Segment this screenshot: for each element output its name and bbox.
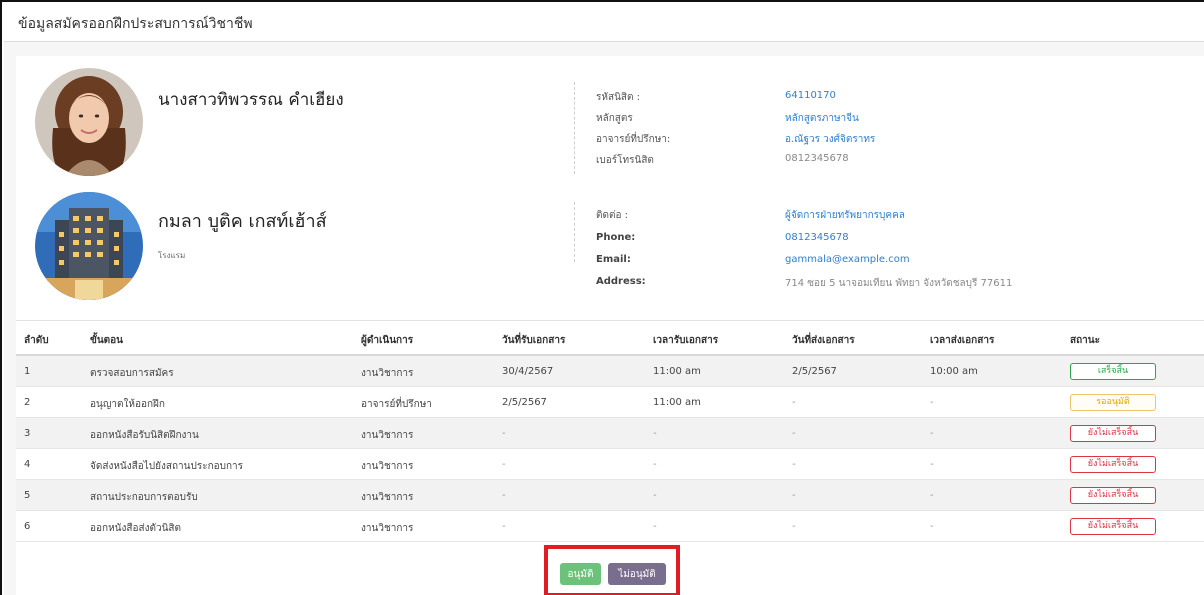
company-type: โรงแรม: [158, 251, 186, 260]
row-send-date: -: [792, 428, 796, 439]
address-value: 714 ซอย 5 นาจอมเทียน พัทยา จังหวัดชลบุรี…: [785, 278, 1013, 289]
student-name: นางสาวทิพวรรณ คำเฮียง: [158, 90, 344, 110]
row-actor: งานวิชาการ: [361, 430, 414, 441]
header-send-date: วันที่ส่งเอกสาร: [792, 335, 855, 346]
row-receive-time: -: [653, 521, 657, 532]
status-badge: ยังไม่เสร็จสิ้น: [1070, 518, 1156, 535]
row-no: 3: [24, 428, 31, 439]
row-actor: งานวิชาการ: [361, 492, 414, 503]
row-actor: งานวิชาการ: [361, 523, 414, 534]
student-avatar: [35, 68, 143, 176]
row-step: ออกหนังสือส่งตัวนิสิต: [90, 523, 182, 534]
row-no: 2: [24, 397, 31, 408]
company-avatar: [35, 192, 143, 300]
row-no: 4: [24, 459, 31, 470]
divider: [574, 82, 575, 174]
hotel-building-photo-icon: [35, 192, 143, 300]
row-receive-date: -: [502, 428, 506, 439]
contact-label: ติดต่อ :: [596, 210, 629, 221]
row-send-time: -: [930, 397, 934, 408]
phone-value: 0812345678: [785, 232, 849, 243]
row-receive-time: 11:00 am: [653, 397, 701, 408]
row-receive-date: -: [502, 459, 506, 470]
status-badge: ยังไม่เสร็จสิ้น: [1070, 425, 1156, 442]
row-no: 5: [24, 490, 31, 501]
address-label: Address:: [596, 276, 646, 287]
row-step: จัดส่งหนังสือไปยังสถานประกอบการ: [90, 461, 244, 472]
process-table: ลำดับ ขั้นตอน ผู้ดำเนินการ วันที่รับเอกส…: [16, 320, 1204, 542]
application-card: นางสาวทิพวรรณ คำเฮียง รหัสนิสิต : 641101…: [16, 56, 1204, 595]
status-badge: รออนุมัติ: [1070, 394, 1156, 411]
content-area: นางสาวทิพวรรณ คำเฮียง รหัสนิสิต : 641101…: [4, 42, 1204, 595]
row-receive-time: -: [653, 490, 657, 501]
advisor-label: อาจารย์ที่ปรึกษา:: [596, 134, 671, 145]
table-row: 6 ออกหนังสือส่งตัวนิสิต งานวิชาการ - - -…: [16, 511, 1204, 542]
student-photo-icon: [35, 68, 143, 176]
email-link[interactable]: gammala@example.com: [785, 254, 910, 265]
row-send-date: -: [792, 397, 796, 408]
status-badge: ยังไม่เสร็จสิ้น: [1070, 487, 1156, 504]
row-step: ตรวจสอบการสมัคร: [90, 368, 174, 379]
status-badge: ยังไม่เสร็จสิ้น: [1070, 456, 1156, 473]
row-receive-time: 11:00 am: [653, 366, 701, 377]
row-receive-date: -: [502, 521, 506, 532]
header-receive-date: วันที่รับเอกสาร: [502, 335, 566, 346]
action-buttons-highlight: อนุมัติ ไม่อนุมัติ: [544, 545, 680, 595]
student-phone-value: 0812345678: [785, 153, 849, 164]
approve-button[interactable]: อนุมัติ: [560, 563, 601, 585]
row-send-date: 2/5/2567: [792, 366, 837, 377]
header-step: ขั้นตอน: [90, 335, 124, 346]
header-status: สถานะ: [1070, 335, 1100, 346]
contact-value: ผู้จัดการฝ่ายทรัพยากรบุคคล: [785, 210, 905, 221]
header-actor: ผู้ดำเนินการ: [361, 335, 414, 346]
row-send-time: -: [930, 428, 934, 439]
status-badge: เสร็จสิ้น: [1070, 363, 1156, 380]
row-send-time: -: [930, 459, 934, 470]
row-receive-date: -: [502, 490, 506, 501]
row-receive-date: 30/4/2567: [502, 366, 554, 377]
row-send-time: 10:00 am: [930, 366, 978, 377]
table-row: 5 สถานประกอบการตอบรับ งานวิชาการ - - - -…: [16, 480, 1204, 511]
header-no: ลำดับ: [24, 335, 49, 346]
table-row: 2 อนุญาตให้ออกฝึก อาจารย์ที่ปรึกษา 2/5/2…: [16, 387, 1204, 418]
student-id-value: 64110170: [785, 90, 836, 101]
email-label: Email:: [596, 254, 631, 265]
page-header: ข้อมูลสมัครออกฝึกประสบการณ์วิชาชีพ: [4, 4, 1204, 42]
app-window: ข้อมูลสมัครออกฝึกประสบการณ์วิชาชีพ นางสา…: [0, 0, 1204, 595]
header-receive-time: เวลารับเอกสาร: [653, 335, 719, 346]
page-title: ข้อมูลสมัครออกฝึกประสบการณ์วิชาชีพ: [18, 16, 253, 32]
company-name: กมลา บูติค เกสท์เฮ้าส์: [158, 211, 327, 232]
table-header: ลำดับ ขั้นตอน ผู้ดำเนินการ วันที่รับเอกส…: [16, 320, 1204, 356]
header-send-time: เวลาส่งเอกสาร: [930, 335, 995, 346]
row-send-date: -: [792, 521, 796, 532]
row-send-date: -: [792, 490, 796, 501]
table-row: 3 ออกหนังสือรับนิสิตฝึกงาน งานวิชาการ - …: [16, 418, 1204, 449]
row-actor: งานวิชาการ: [361, 461, 414, 472]
row-actor: อาจารย์ที่ปรึกษา: [361, 399, 432, 410]
row-receive-time: -: [653, 459, 657, 470]
row-step: ออกหนังสือรับนิสิตฝึกงาน: [90, 430, 199, 441]
row-step: สถานประกอบการตอบรับ: [90, 492, 198, 503]
student-phone-label: เบอร์โทรนิสิต: [596, 155, 654, 166]
row-step: อนุญาตให้ออกฝึก: [90, 399, 165, 410]
row-send-time: -: [930, 490, 934, 501]
row-send-time: -: [930, 521, 934, 532]
table-row: 4 จัดส่งหนังสือไปยังสถานประกอบการ งานวิช…: [16, 449, 1204, 480]
row-no: 1: [24, 366, 31, 377]
row-no: 6: [24, 521, 31, 532]
student-id-label: รหัสนิสิต :: [596, 92, 641, 103]
phone-label: Phone:: [596, 232, 636, 243]
row-receive-date: 2/5/2567: [502, 397, 547, 408]
row-receive-time: -: [653, 428, 657, 439]
divider: [574, 202, 575, 262]
row-send-date: -: [792, 459, 796, 470]
program-label: หลักสูตร: [596, 113, 633, 124]
table-row: 1 ตรวจสอบการสมัคร งานวิชาการ 30/4/2567 1…: [16, 356, 1204, 387]
program-link[interactable]: หลักสูตรภาษาจีน: [785, 111, 859, 126]
row-actor: งานวิชาการ: [361, 368, 414, 379]
advisor-link[interactable]: อ.ณัฐวร วงศ์จิตราทร: [785, 132, 875, 147]
reject-button[interactable]: ไม่อนุมัติ: [608, 563, 666, 585]
